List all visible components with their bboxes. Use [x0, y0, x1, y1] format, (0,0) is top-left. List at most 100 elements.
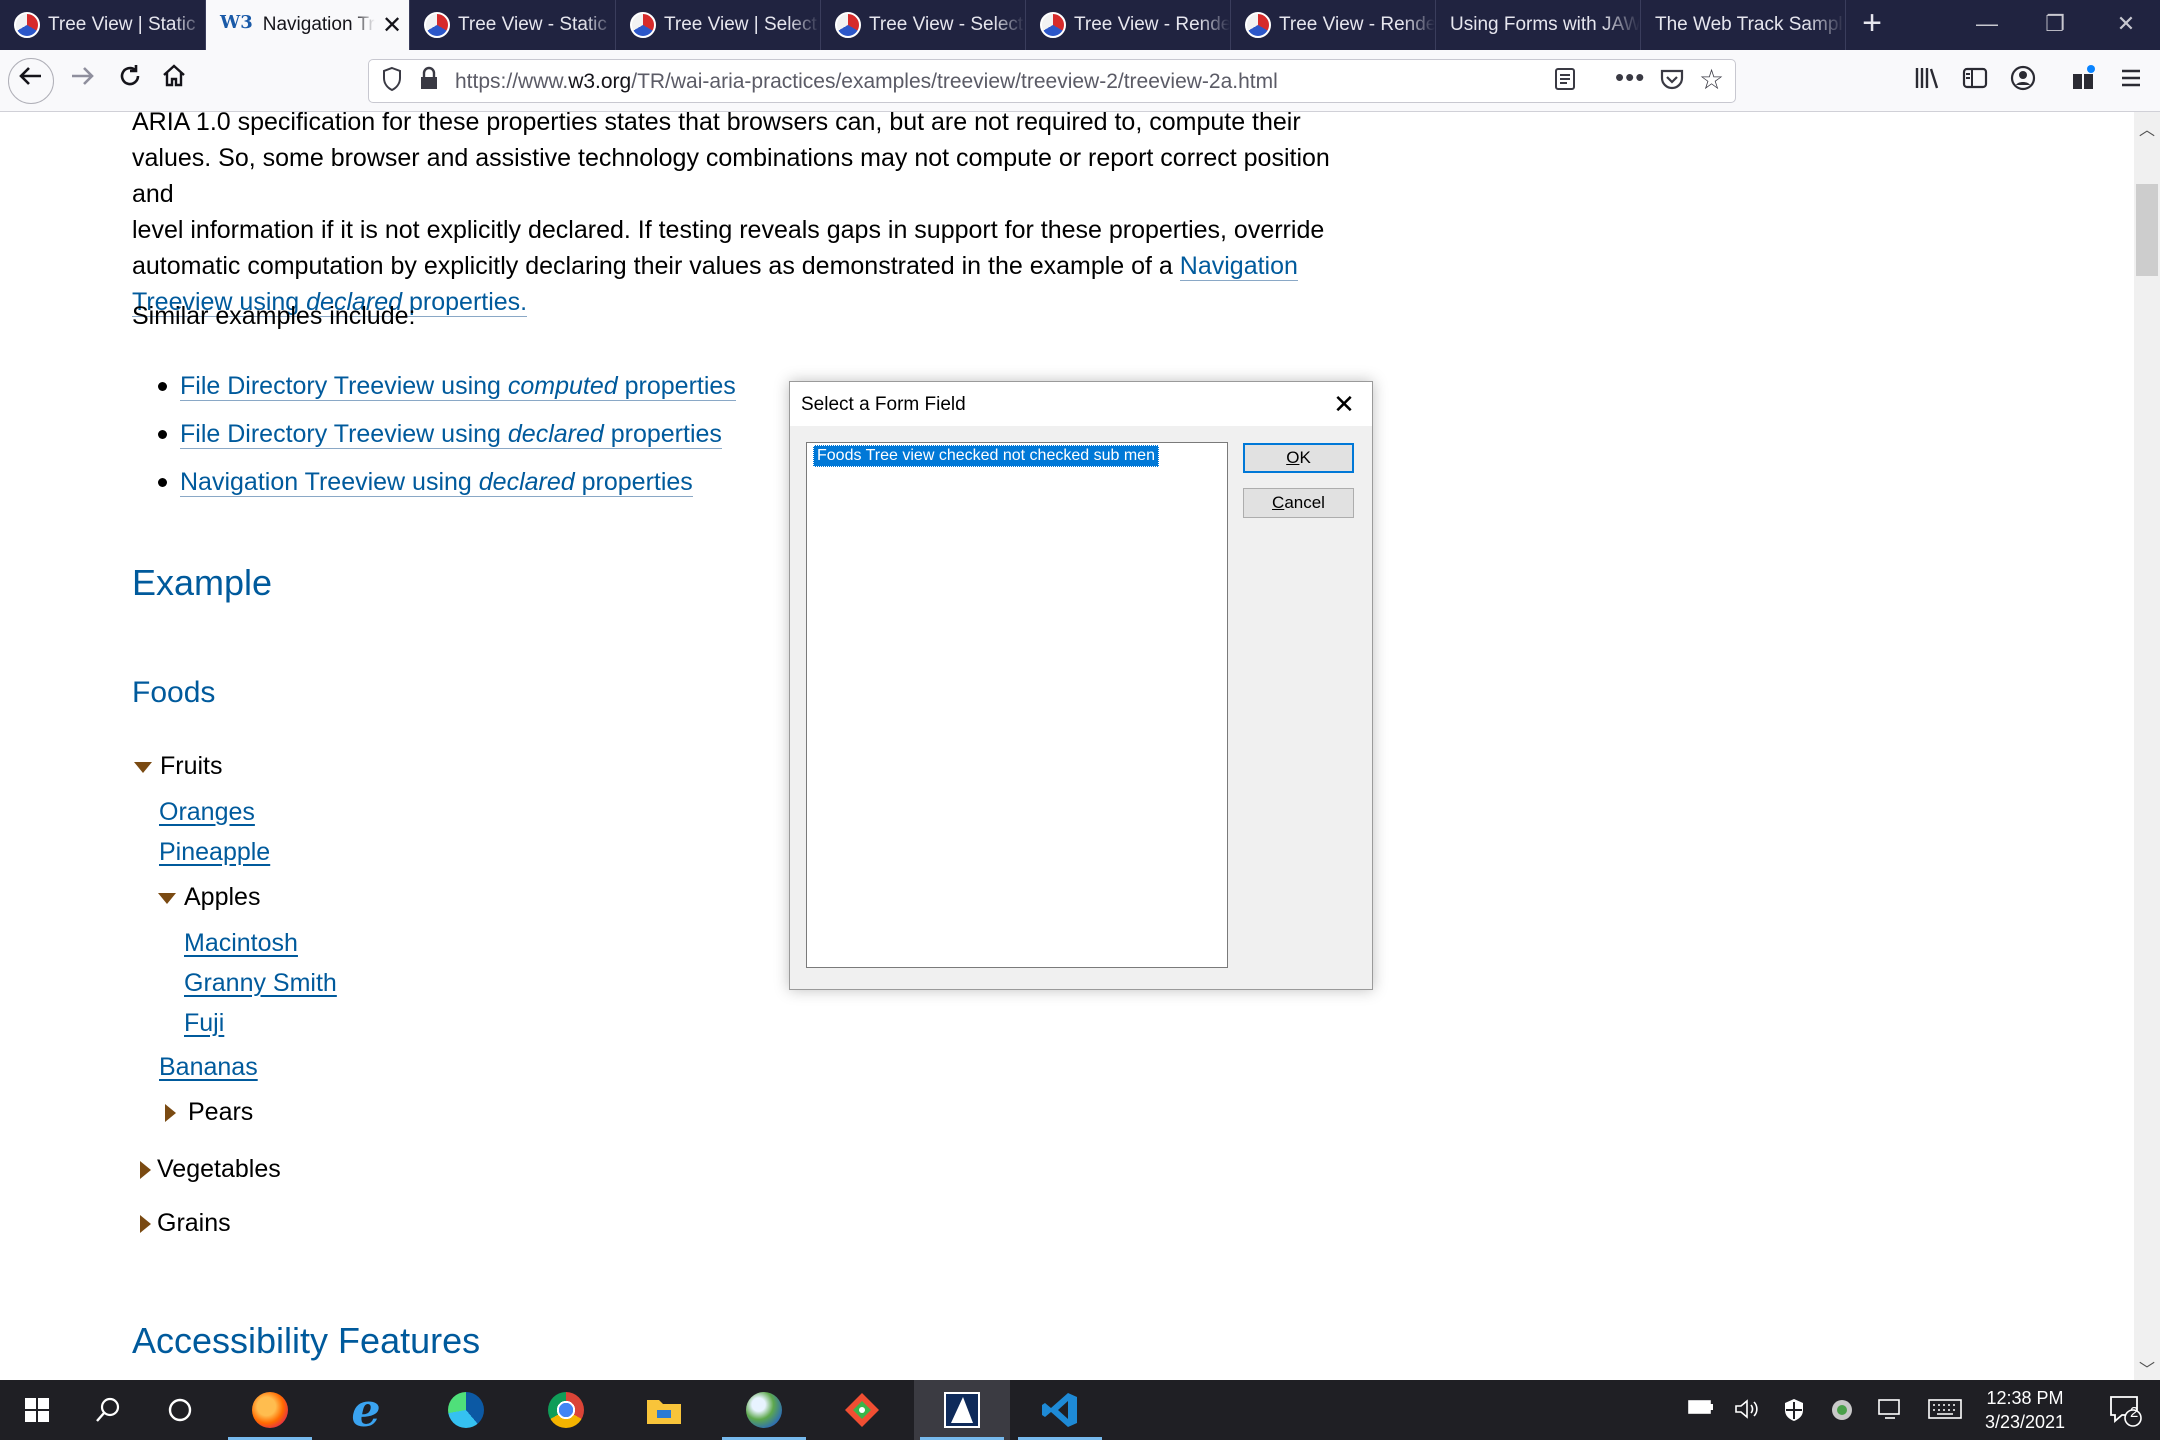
firefox-page-icon: [424, 12, 450, 38]
close-window-icon[interactable]: ✕: [2092, 0, 2160, 50]
search-icon: [96, 1397, 120, 1422]
sidebar-icon[interactable]: [1958, 64, 1992, 99]
tab[interactable]: Tree View - Static: [410, 0, 616, 50]
foods-heading: Foods: [132, 676, 216, 709]
similar-example-link[interactable]: Navigation Treeview using declared prope…: [180, 468, 693, 497]
taskbar-jaws[interactable]: [914, 1380, 1010, 1440]
firefox-page-icon: [630, 12, 656, 38]
lock-icon[interactable]: [419, 66, 439, 98]
pocket-icon[interactable]: [1659, 66, 1685, 98]
forward-button[interactable]: [60, 60, 104, 102]
cortana-circle-icon: [168, 1398, 192, 1422]
scroll-down-icon[interactable]: ﹀: [2134, 1356, 2160, 1380]
page-actions-icon[interactable]: •••: [1615, 62, 1645, 93]
tab[interactable]: The Web Track Sampl: [1641, 0, 1846, 50]
taskbar-app[interactable]: [716, 1380, 812, 1440]
tree-item-apples[interactable]: Apples: [158, 883, 260, 912]
keyboard-icon[interactable]: [1928, 1398, 1962, 1426]
ok-button[interactable]: OK: [1243, 443, 1354, 473]
tab[interactable]: Tree View - Select: [821, 0, 1026, 50]
tab[interactable]: Tree View - Rende: [1231, 0, 1436, 50]
list-item-selected[interactable]: Foods Tree view checked not checked sub …: [813, 445, 1159, 467]
task-view-button[interactable]: [144, 1380, 216, 1440]
system-clock[interactable]: 12:38 PM 3/23/2021: [1960, 1386, 2090, 1434]
list-item[interactable]: File Directory Treeview using declared p…: [158, 410, 736, 458]
dialog-title: Select a Form Field: [801, 394, 966, 415]
tree-item-granny-smith[interactable]: Granny Smith: [184, 969, 337, 998]
list-item[interactable]: File Directory Treeview using computed p…: [158, 362, 736, 410]
minimize-icon[interactable]: —: [1953, 0, 2021, 50]
back-button[interactable]: [8, 58, 54, 104]
tree-item-pears[interactable]: Pears: [165, 1098, 253, 1127]
similar-example-link[interactable]: File Directory Treeview using computed p…: [180, 372, 736, 401]
collapsed-triangle-icon: [165, 1104, 176, 1123]
screen: Tree View | Static W3 Navigation Tre ✕ T…: [0, 0, 2160, 1440]
tab[interactable]: Tree View | Static: [0, 0, 206, 50]
jaws-icon: [944, 1392, 980, 1428]
action-center-button[interactable]: 2: [2092, 1380, 2158, 1440]
reader-view-icon[interactable]: [1553, 66, 1577, 98]
library-icon[interactable]: [1910, 64, 1944, 99]
display-icon[interactable]: [1878, 1398, 1904, 1426]
windows-taskbar: e 12:38 PM 3/23/2021 2: [0, 1380, 2160, 1440]
chrome-icon: [548, 1392, 584, 1428]
volume-icon[interactable]: [1734, 1398, 1760, 1426]
taskbar-firefox[interactable]: [222, 1380, 318, 1440]
form-field-listbox[interactable]: Foods Tree view checked not checked sub …: [806, 442, 1228, 968]
restore-icon[interactable]: ❐: [2021, 0, 2089, 50]
reload-icon: [120, 65, 140, 86]
new-tab-button[interactable]: +: [1852, 0, 1892, 50]
tree-item-bananas[interactable]: Bananas: [159, 1053, 258, 1082]
taskbar-internet-explorer[interactable]: e: [318, 1380, 414, 1440]
menu-icon[interactable]: [2114, 64, 2148, 99]
scrollbar-thumb[interactable]: [2136, 184, 2158, 276]
search-button[interactable]: [72, 1380, 144, 1440]
taskbar-vscode[interactable]: [1012, 1380, 1108, 1440]
tree-item-fuji[interactable]: Fuji: [184, 1009, 224, 1038]
extensions-icon[interactable]: [2066, 64, 2100, 99]
similar-example-link[interactable]: File Directory Treeview using declared p…: [180, 420, 722, 449]
tree-item-macintosh[interactable]: Macintosh: [184, 929, 298, 958]
close-tab-icon[interactable]: ✕: [375, 11, 409, 40]
expanded-triangle-icon: [134, 761, 152, 773]
expanded-triangle-icon: [158, 892, 176, 904]
shield-icon[interactable]: [381, 66, 403, 98]
list-item[interactable]: Navigation Treeview using declared prope…: [158, 458, 736, 506]
cancel-button[interactable]: Cancel: [1243, 488, 1354, 518]
tab[interactable]: Tree View | Select: [616, 0, 821, 50]
dialog-titlebar: Select a Form Field ✕: [790, 382, 1372, 426]
home-button[interactable]: [152, 60, 196, 102]
tab-active[interactable]: W3 Navigation Tre ✕: [206, 0, 410, 50]
tab[interactable]: Using Forms with JAW: [1436, 0, 1641, 50]
security-shield-icon[interactable]: [1782, 1398, 1806, 1428]
dialog-close-icon[interactable]: ✕: [1326, 386, 1362, 422]
address-bar[interactable]: https://www.w3.org/TR/wai-aria-practices…: [368, 59, 1736, 103]
firefox-page-icon: [835, 12, 861, 38]
tab[interactable]: Tree View - Rende: [1026, 0, 1231, 50]
tree-item-oranges[interactable]: Oranges: [159, 798, 255, 827]
taskbar-edge[interactable]: [418, 1380, 514, 1440]
globe-app-icon: [746, 1392, 782, 1428]
vertical-scrollbar[interactable]: ︿ ﹀: [2134, 112, 2160, 1380]
internet-explorer-icon: e: [351, 1383, 381, 1437]
similar-examples-heading: Similar examples include:: [132, 302, 416, 330]
navigation-toolbar: https://www.w3.org/TR/wai-aria-practices…: [0, 50, 2160, 112]
accessibility-features-heading: Accessibility Features: [132, 1320, 481, 1361]
network-app-icon[interactable]: [1830, 1398, 1854, 1428]
firefox-page-icon: [1040, 12, 1066, 38]
notification-count: 2: [2130, 1404, 2139, 1421]
battery-icon[interactable]: [1688, 1398, 1714, 1422]
account-icon[interactable]: [2006, 64, 2040, 99]
start-button[interactable]: [0, 1380, 74, 1440]
bookmark-star-icon[interactable]: ☆: [1699, 63, 1724, 96]
tree-item-vegetables[interactable]: Vegetables: [140, 1155, 281, 1184]
tree-item-pineapple[interactable]: Pineapple: [159, 838, 270, 867]
scroll-up-icon[interactable]: ︿: [2134, 116, 2160, 140]
taskbar-app[interactable]: [814, 1380, 910, 1440]
reload-button[interactable]: [108, 60, 152, 102]
tree-item-grains[interactable]: Grains: [140, 1209, 231, 1238]
taskbar-file-explorer[interactable]: [616, 1380, 712, 1440]
tree-item-fruits[interactable]: Fruits: [134, 752, 223, 781]
home-icon: [163, 64, 185, 87]
taskbar-chrome[interactable]: [518, 1380, 614, 1440]
